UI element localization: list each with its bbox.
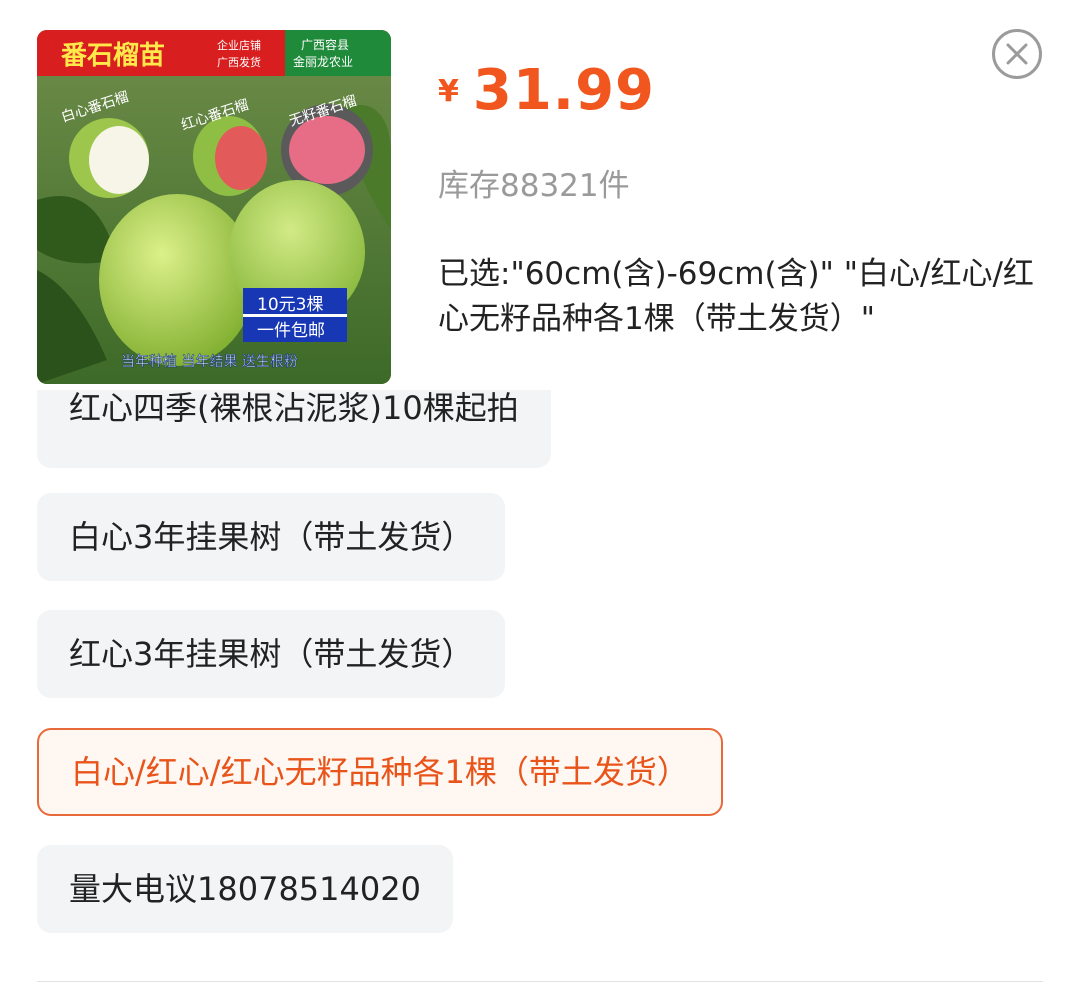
product-image[interactable]: 番石榴苗 企业店铺 广西发货 广西容县 金丽龙农业 白心番石榴 红心番石榴 无籽…: [37, 30, 391, 384]
svg-text:广西发货: 广西发货: [217, 55, 261, 69]
price: ¥31.99: [438, 58, 655, 123]
banner-title: 番石榴苗: [61, 41, 165, 71]
option-white-3yr-tree[interactable]: 白心3年挂果树（带土发货）: [37, 493, 506, 581]
close-icon: [1006, 43, 1028, 65]
svg-text:企业店铺: 企业店铺: [217, 38, 261, 52]
price-symbol: ¥: [438, 74, 459, 109]
svg-text:一件包邮: 一件包邮: [257, 321, 325, 341]
option-red-3yr-tree[interactable]: 红心3年挂果树（带土发货）: [37, 610, 506, 698]
option-list: 红心四季(裸根沾泥浆)10棵起拍 白心3年挂果树（带土发货） 红心3年挂果树（带…: [0, 390, 1080, 950]
guava-illustration: 番石榴苗 企业店铺 广西发货 广西容县 金丽龙农业 白心番石榴 红心番石榴 无籽…: [37, 30, 391, 384]
svg-text:10元3棵: 10元3棵: [257, 295, 323, 315]
option-red-four-season[interactable]: 红心四季(裸根沾泥浆)10棵起拍: [37, 390, 551, 468]
option-mixed-3-varieties[interactable]: 白心/红心/红心无籽品种各1棵（带土发货）: [37, 728, 723, 816]
selected-spec: 已选:"60cm(含)-69cm(含)" "白心/红心/红心无籽品种各1棵（带土…: [438, 256, 1034, 337]
svg-text:金丽龙农业: 金丽龙农业: [293, 54, 353, 69]
divider: [37, 981, 1043, 982]
price-amount: 31.99: [472, 58, 656, 123]
option-bulk-contact[interactable]: 量大电议18078514020: [37, 845, 453, 933]
stock-count: 库存88321件: [438, 168, 630, 204]
svg-text:广西容县: 广西容县: [301, 37, 349, 52]
svg-text:当年种植 当年结果 送生根粉: 当年种植 当年结果 送生根粉: [121, 354, 298, 370]
close-button[interactable]: [992, 29, 1042, 79]
